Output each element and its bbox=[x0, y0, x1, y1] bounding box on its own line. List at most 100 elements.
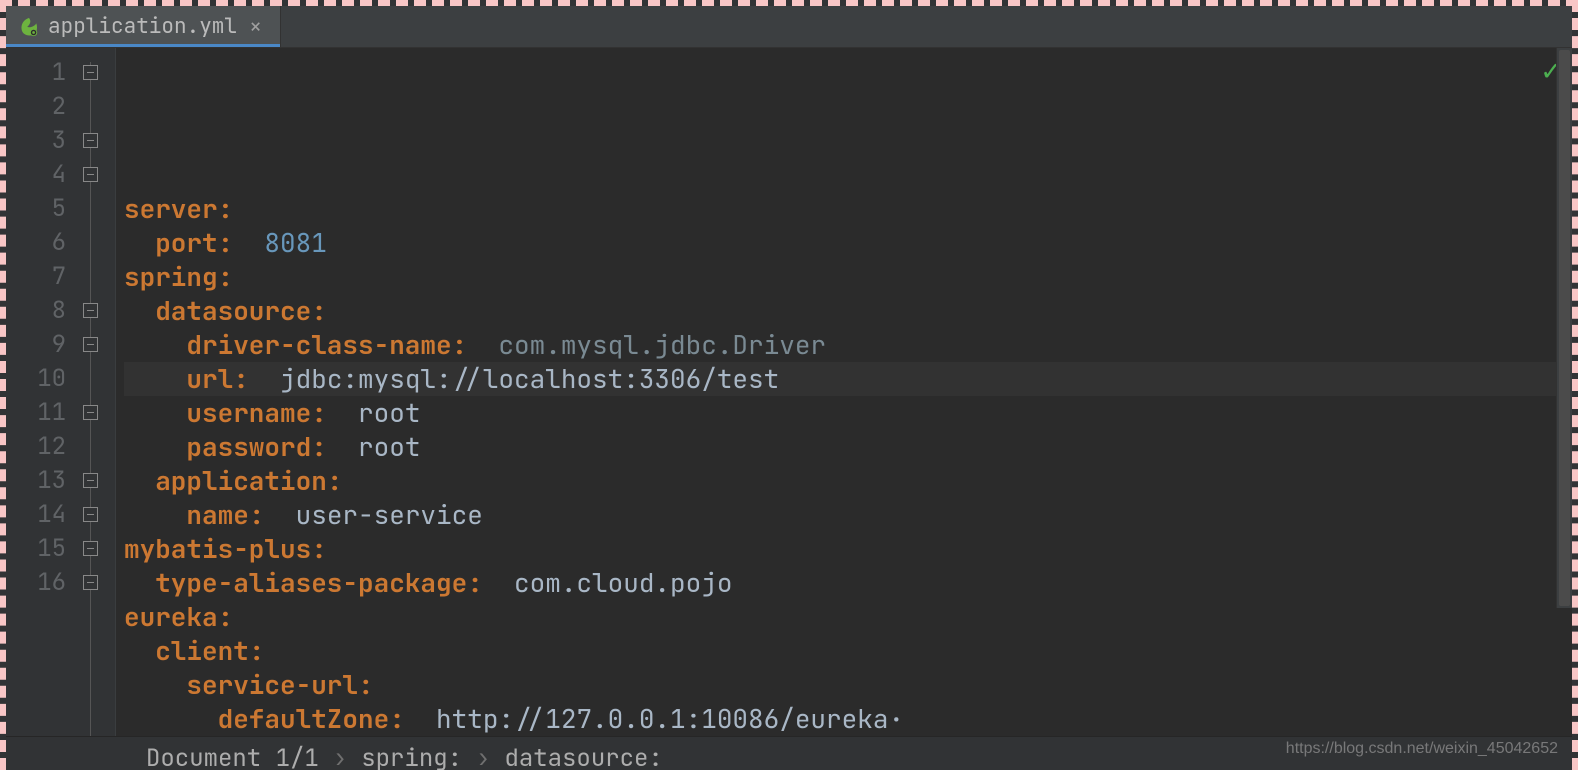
chevron-right-icon: › bbox=[333, 743, 347, 770]
code-line[interactable]: driver-class-name: com.mysql.jdbc.Driver bbox=[124, 328, 1572, 362]
line-number-gutter: 12345678910111213141516 bbox=[6, 48, 76, 736]
yaml-value: root bbox=[358, 396, 420, 430]
code-line[interactable]: server: bbox=[124, 192, 1572, 226]
code-line[interactable]: port: 8081 bbox=[124, 226, 1572, 260]
yaml-colon: : bbox=[233, 362, 249, 396]
yaml-key: password bbox=[186, 430, 311, 464]
line-number: 8 bbox=[6, 294, 66, 328]
yaml-colon: : bbox=[389, 702, 405, 736]
watermark-text: https://blog.csdn.net/weixin_45042652 bbox=[1286, 740, 1558, 758]
fold-toggle-icon[interactable] bbox=[83, 303, 98, 318]
fold-gutter[interactable] bbox=[76, 48, 116, 736]
caret: · bbox=[888, 702, 904, 736]
chevron-right-icon: › bbox=[476, 743, 490, 770]
line-number: 4 bbox=[6, 158, 66, 192]
fold-toggle-icon[interactable] bbox=[83, 575, 98, 590]
yaml-key: defaultZone bbox=[218, 702, 390, 736]
yaml-value: root bbox=[358, 430, 420, 464]
fold-toggle-icon[interactable] bbox=[83, 473, 98, 488]
fold-guide-line bbox=[90, 62, 91, 736]
yaml-key: datasource bbox=[155, 294, 311, 328]
active-tab-indicator bbox=[6, 44, 280, 47]
line-number: 11 bbox=[6, 396, 66, 430]
line-number: 12 bbox=[6, 430, 66, 464]
yaml-key: port bbox=[155, 226, 217, 260]
yaml-colon: : bbox=[311, 294, 327, 328]
yaml-colon: : bbox=[249, 634, 265, 668]
yaml-key: eureka bbox=[124, 600, 218, 634]
yaml-value: jdbc:mysql://localhost:3306/test bbox=[280, 362, 779, 396]
breadcrumb-item[interactable]: datasource: bbox=[504, 743, 662, 770]
yaml-colon: : bbox=[358, 668, 374, 702]
code-line[interactable]: type-aliases-package: com.cloud.pojo bbox=[124, 566, 1572, 600]
code-line[interactable]: client: bbox=[124, 634, 1572, 668]
yaml-colon: : bbox=[467, 566, 483, 600]
yaml-key: mybatis-plus bbox=[124, 532, 311, 566]
fold-toggle-icon[interactable] bbox=[83, 167, 98, 182]
code-line[interactable]: password: root bbox=[124, 430, 1572, 464]
yaml-key: url bbox=[186, 362, 233, 396]
yaml-key: driver-class-name bbox=[186, 328, 451, 362]
yaml-key: client bbox=[155, 634, 249, 668]
yaml-colon: : bbox=[311, 396, 327, 430]
line-number: 3 bbox=[6, 124, 66, 158]
editor-frame: application.yml × 1234567891011121314151… bbox=[0, 0, 1578, 770]
yaml-colon: : bbox=[249, 498, 265, 532]
line-number: 9 bbox=[6, 328, 66, 362]
yaml-colon: : bbox=[327, 464, 343, 498]
line-number: 1 bbox=[6, 56, 66, 90]
yaml-colon: : bbox=[311, 532, 327, 566]
vertical-scrollbar[interactable] bbox=[1556, 48, 1572, 608]
yaml-colon: : bbox=[218, 600, 234, 634]
yaml-key: server bbox=[124, 192, 218, 226]
yaml-colon: : bbox=[218, 192, 234, 226]
yaml-key: name bbox=[186, 498, 248, 532]
fold-toggle-icon[interactable] bbox=[83, 507, 98, 522]
yaml-key: service-url bbox=[186, 668, 358, 702]
line-number: 13 bbox=[6, 464, 66, 498]
line-number: 7 bbox=[6, 260, 66, 294]
fold-toggle-icon[interactable] bbox=[83, 405, 98, 420]
scrollbar-thumb[interactable] bbox=[1559, 50, 1570, 606]
code-line[interactable]: datasource: bbox=[124, 294, 1572, 328]
code-line[interactable]: eureka: bbox=[124, 600, 1572, 634]
breadcrumb-item[interactable]: Document 1/1 bbox=[146, 743, 319, 770]
yaml-value: http://127.0.0.1:10086/eureka bbox=[436, 702, 888, 736]
fold-toggle-icon[interactable] bbox=[83, 337, 98, 352]
editor-area[interactable]: 12345678910111213141516 ✓ server: port: … bbox=[6, 48, 1572, 736]
yaml-value: com.mysql.jdbc.Driver bbox=[498, 328, 826, 362]
code-line[interactable]: application: bbox=[124, 464, 1572, 498]
code-line[interactable]: name: user-service bbox=[124, 498, 1572, 532]
code-line[interactable]: username: root bbox=[124, 396, 1572, 430]
yaml-key: application bbox=[155, 464, 327, 498]
line-number: 10 bbox=[6, 362, 66, 396]
fold-toggle-icon[interactable] bbox=[83, 133, 98, 148]
line-number: 6 bbox=[6, 226, 66, 260]
file-tab[interactable]: application.yml × bbox=[6, 6, 281, 47]
code-line[interactable]: mybatis-plus: bbox=[124, 532, 1572, 566]
yaml-key: username bbox=[186, 396, 311, 430]
line-number: 5 bbox=[6, 192, 66, 226]
line-number: 14 bbox=[6, 498, 66, 532]
yaml-value: 8081 bbox=[264, 226, 326, 260]
code-line[interactable]: spring: bbox=[124, 260, 1572, 294]
line-number: 16 bbox=[6, 566, 66, 600]
fold-toggle-icon[interactable] bbox=[83, 541, 98, 556]
code-area[interactable]: ✓ server: port: 8081spring: datasource: … bbox=[116, 48, 1572, 736]
code-line[interactable]: url: jdbc:mysql://localhost:3306/test bbox=[124, 362, 1572, 396]
yaml-colon: : bbox=[218, 260, 234, 294]
breadcrumb-item[interactable]: spring: bbox=[361, 743, 462, 770]
yaml-key: type-aliases-package bbox=[155, 566, 467, 600]
code-line[interactable]: defaultZone: http://127.0.0.1:10086/eure… bbox=[124, 702, 1572, 736]
close-icon[interactable]: × bbox=[245, 16, 266, 38]
fold-toggle-icon[interactable] bbox=[83, 65, 98, 80]
spring-leaf-icon bbox=[18, 16, 40, 38]
line-number: 15 bbox=[6, 532, 66, 566]
yaml-key: spring bbox=[124, 260, 218, 294]
yaml-value: user-service bbox=[296, 498, 483, 532]
line-number: 2 bbox=[6, 90, 66, 124]
code-line[interactable]: service-url: bbox=[124, 668, 1572, 702]
yaml-colon: : bbox=[218, 226, 234, 260]
yaml-value: com.cloud.pojo bbox=[514, 566, 732, 600]
tab-bar: application.yml × bbox=[6, 6, 1572, 48]
